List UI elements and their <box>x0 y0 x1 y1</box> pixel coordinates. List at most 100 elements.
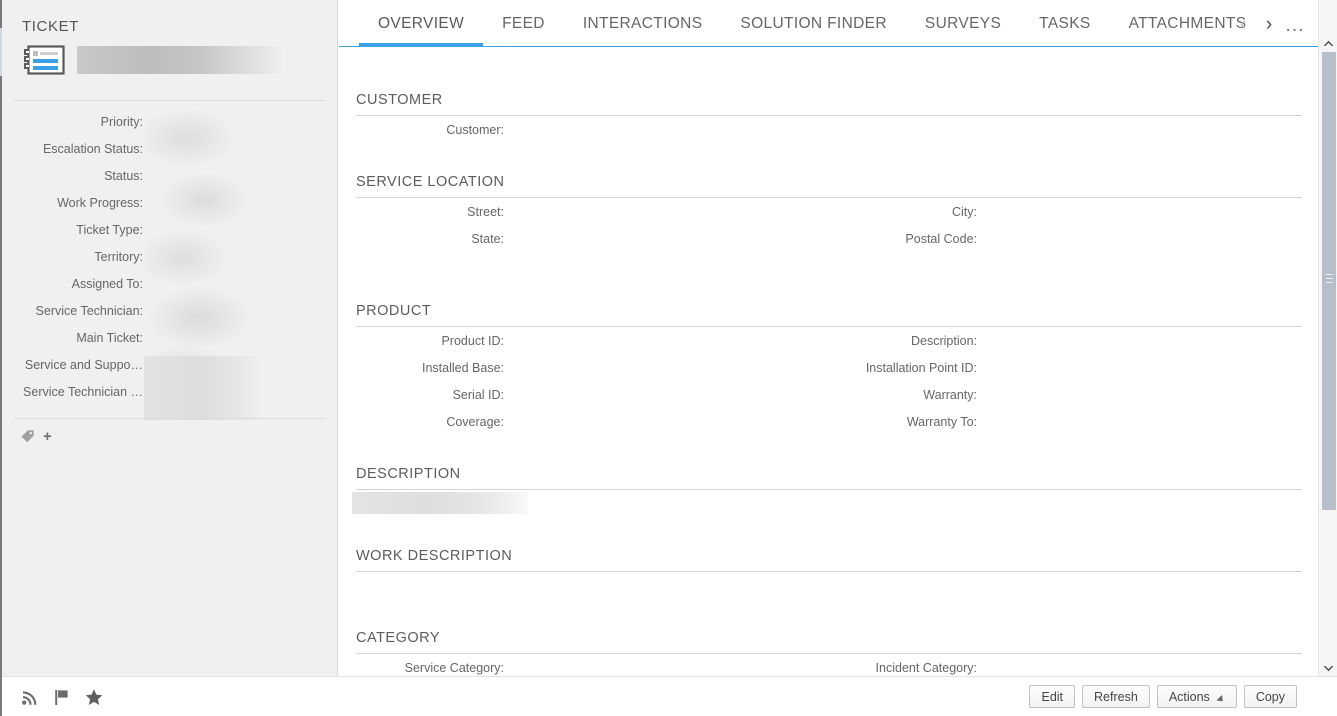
field-row[interactable]: Service Technician … <box>2 378 338 405</box>
section-rule <box>356 653 1302 654</box>
field-label: Ticket Type: <box>76 222 143 237</box>
field-value <box>144 324 338 351</box>
overflow-menu-icon[interactable]: … <box>1282 12 1308 38</box>
field-label-installed-base: Installed Base: <box>422 361 504 375</box>
field-value <box>144 297 338 324</box>
tab-solution-finder[interactable]: SOLUTION FINDER <box>721 0 905 47</box>
copy-button-label: Copy <box>1255 689 1285 704</box>
field-label: Assigned To: <box>71 276 143 291</box>
field-row[interactable]: Main Ticket: <box>2 324 338 351</box>
field-label-street: Street: <box>467 205 504 219</box>
field-row[interactable]: Service and Suppo… <box>2 351 338 378</box>
tab-tasks[interactable]: TASKS <box>1020 0 1109 47</box>
section-title: PRODUCT <box>356 303 432 319</box>
ticket-sidebar: TICKET Priority: Escalation Status: Stat… <box>2 0 338 676</box>
field-value <box>144 216 338 243</box>
field-row[interactable]: Escalation Status: <box>2 135 338 162</box>
ticket-detail-window: TICKET Priority: Escalation Status: Stat… <box>0 0 1337 716</box>
section-rule <box>356 326 1302 327</box>
section-rule <box>356 197 1302 198</box>
field-value <box>144 162 338 189</box>
field-row[interactable]: Assigned To: <box>2 270 338 297</box>
field-row[interactable]: Status: <box>2 162 338 189</box>
field-row[interactable]: Ticket Type: <box>2 216 338 243</box>
field-value <box>144 189 338 216</box>
footer-button-group: Edit Refresh Actions Copy <box>1029 685 1297 708</box>
field-label-coverage: Coverage: <box>446 415 504 429</box>
field-label: Main Ticket: <box>76 330 143 345</box>
tab-navigation: ‹ › … <box>1230 12 1308 38</box>
field-label: Escalation Status: <box>42 141 143 156</box>
footer-icon-group <box>20 687 104 707</box>
field-label-city: City: <box>952 205 977 219</box>
field-label-description: Description: <box>911 334 977 348</box>
section-title: CUSTOMER <box>356 92 443 108</box>
field-label: Service Technician: <box>35 303 143 318</box>
ticket-header-row <box>22 44 282 76</box>
scroll-up-icon[interactable] <box>1319 35 1337 51</box>
section-title: DESCRIPTION <box>356 466 461 482</box>
field-value <box>144 378 338 405</box>
field-value <box>144 270 338 297</box>
field-label-warranty: Warranty: <box>923 388 977 402</box>
field-row[interactable]: Service Technician: <box>2 297 338 324</box>
chevron-down-icon <box>1216 694 1226 705</box>
star-icon[interactable] <box>84 687 104 707</box>
description-value <box>352 492 528 514</box>
field-row[interactable]: Territory: <box>2 243 338 270</box>
section-rule <box>356 115 1302 116</box>
sidebar-divider-bottom <box>14 418 326 419</box>
field-row[interactable]: Priority: <box>2 108 338 135</box>
section-title: CATEGORY <box>356 630 441 646</box>
field-label: Priority: <box>100 114 143 129</box>
section-rule <box>356 571 1302 572</box>
refresh-button-label: Refresh <box>1094 689 1138 704</box>
sidebar-divider-top <box>14 100 326 101</box>
ticket-field-list: Priority: Escalation Status: Status: Wor… <box>2 108 338 420</box>
section-title: SERVICE LOCATION <box>356 174 505 190</box>
tab-overview[interactable]: OVERVIEW <box>359 0 484 47</box>
tag-icon <box>20 428 36 444</box>
tab-interactions[interactable]: INTERACTIONS <box>564 0 722 47</box>
chevron-right-icon[interactable]: › <box>1256 12 1282 38</box>
field-label: Territory: <box>94 249 143 264</box>
scroll-down-icon[interactable] <box>1319 660 1337 676</box>
section-rule <box>356 489 1302 490</box>
add-tag-button[interactable]: + <box>43 429 52 444</box>
field-label-installation-point-id: Installation Point ID: <box>865 361 977 375</box>
ticket-icon <box>22 44 66 76</box>
field-label: Work Progress: <box>57 195 143 210</box>
field-label-postal-code: Postal Code: <box>905 232 977 246</box>
tab-list: OVERVIEW FEED INTERACTIONS SOLUTION FIND… <box>359 0 1265 47</box>
field-row[interactable]: Work Progress: <box>2 189 338 216</box>
footer-toolbar: Edit Refresh Actions Copy <box>2 676 1337 716</box>
field-label: Status: <box>104 168 143 183</box>
field-label-warranty-to: Warranty To: <box>906 415 977 429</box>
field-label: Service and Suppo… <box>24 357 143 372</box>
field-label-product-id: Product ID: <box>441 334 504 348</box>
section-title: WORK DESCRIPTION <box>356 548 513 564</box>
field-value <box>144 351 338 378</box>
page-title: TICKET <box>22 18 79 35</box>
tab-feed[interactable]: FEED <box>483 0 564 47</box>
tab-surveys[interactable]: SURVEYS <box>906 0 1020 47</box>
ticket-name-value <box>77 46 282 74</box>
field-value <box>144 108 338 135</box>
tag-row[interactable]: + <box>20 428 52 444</box>
field-label: Service Technician … <box>23 384 143 399</box>
tab-bar: OVERVIEW FEED INTERACTIONS SOLUTION FIND… <box>339 0 1318 47</box>
feed-icon[interactable] <box>20 687 40 707</box>
edit-button-label: Edit <box>1041 689 1064 704</box>
field-label-incident-category: Incident Category: <box>875 661 977 675</box>
overview-content: CUSTOMER Customer: SERVICE LOCATION Stre… <box>339 47 1318 676</box>
chevron-left-icon[interactable]: ‹ <box>1230 12 1256 38</box>
flag-icon[interactable] <box>52 687 72 707</box>
actions-button[interactable]: Actions <box>1156 685 1237 708</box>
copy-button[interactable]: Copy <box>1243 685 1297 708</box>
scrollbar-thumb[interactable] <box>1322 52 1336 510</box>
edit-button[interactable]: Edit <box>1029 685 1076 708</box>
vertical-scrollbar[interactable] <box>1318 0 1337 676</box>
scrollbar-grip-icon <box>1326 274 1333 283</box>
refresh-button[interactable]: Refresh <box>1082 685 1150 708</box>
field-label-state: State: <box>471 232 504 246</box>
